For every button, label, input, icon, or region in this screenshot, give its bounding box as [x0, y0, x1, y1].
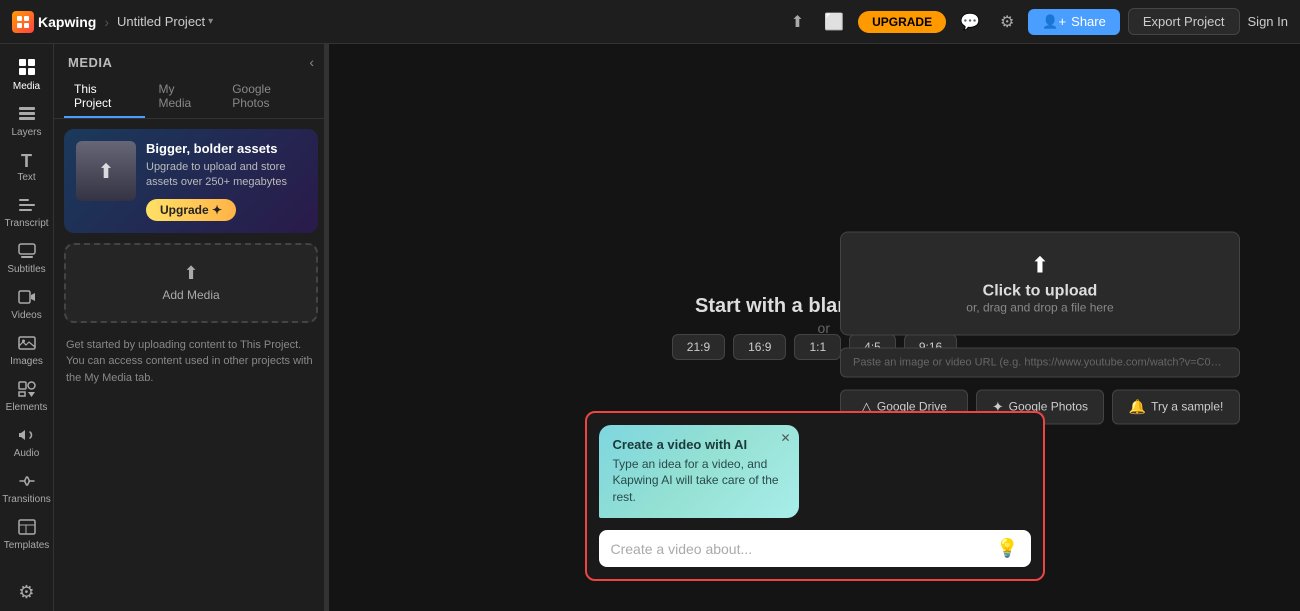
add-media-icon: ⬆	[183, 263, 198, 284]
upload-panel: ⬆ Click to upload or, drag and drop a fi…	[840, 231, 1240, 424]
subtitles-icon	[18, 243, 36, 262]
ai-bubble: ✕ Create a video with AI Type an idea fo…	[599, 425, 799, 518]
upgrade-card-title: Bigger, bolder assets	[146, 141, 306, 156]
ai-bubble-text: Type an idea for a video, and Kapwing AI…	[613, 456, 785, 506]
transcript-icon	[18, 197, 36, 216]
main-layout: Media Layers T Text Transcript Subtitles	[0, 44, 1300, 611]
topbar: Kapwing › Untitled Project ▾ ⬆ ⬜ UPGRADE…	[0, 0, 1300, 44]
ai-bulb-button[interactable]: 💡	[996, 538, 1018, 559]
export-button[interactable]: Export Project	[1128, 8, 1240, 35]
sidebar-item-layers[interactable]: Layers	[2, 100, 52, 144]
settings-nav-icon: ⚙	[18, 583, 34, 601]
settings-button[interactable]: ⚙	[994, 8, 1020, 36]
upgrade-card-body: Bigger, bolder assets Upgrade to upload …	[146, 141, 306, 221]
logo[interactable]: Kapwing	[12, 11, 96, 33]
signin-button[interactable]: Sign In	[1248, 14, 1288, 29]
upload-icon: ⬆	[861, 252, 1219, 278]
comment-button[interactable]: 💬	[954, 8, 986, 36]
ai-bubble-title: Create a video with AI	[613, 437, 785, 452]
brand-name: Kapwing	[38, 14, 96, 30]
sidebar-item-settings[interactable]: ⚙	[2, 577, 52, 611]
sidebar-collapse-button[interactable]: ‹	[309, 54, 314, 70]
media-icon	[18, 58, 36, 79]
canvas-area: Start with a blank canvas 21:9 16:9 1:1 …	[329, 44, 1300, 611]
add-media-label: Add Media	[162, 288, 219, 302]
project-chevron-icon: ▾	[208, 16, 213, 27]
sidebar-item-images[interactable]: Images	[2, 329, 52, 373]
images-icon	[18, 335, 36, 354]
tab-this-project[interactable]: This Project	[64, 76, 145, 118]
sidebar-item-media[interactable]: Media	[2, 52, 52, 98]
resize-handle[interactable]	[324, 44, 328, 611]
text-icon: T	[21, 152, 32, 170]
screen-button[interactable]: ⬜	[818, 8, 850, 36]
icon-nav: Media Layers T Text Transcript Subtitles	[0, 44, 54, 611]
try-sample-label: Try a sample!	[1151, 400, 1223, 414]
sidebar-item-transcript[interactable]: Transcript	[2, 191, 52, 235]
sidebar-tip: Get started by uploading content to This…	[64, 333, 318, 391]
sidebar-panel: MEDIA ‹ This Project My Media Google Pho…	[54, 44, 329, 611]
videos-icon	[18, 289, 36, 308]
ai-video-input[interactable]	[611, 541, 989, 557]
logo-icon	[12, 11, 34, 33]
topbar-actions: ⬆ ⬜ UPGRADE 💬 ⚙ 👤+ Share Export Project …	[785, 8, 1288, 36]
or-text: or	[818, 320, 830, 336]
ai-creation-box: ✕ Create a video with AI Type an idea fo…	[585, 411, 1045, 581]
layers-icon	[18, 106, 36, 125]
sidebar-item-videos[interactable]: Videos	[2, 283, 52, 327]
sidebar-item-templates[interactable]: Templates	[2, 513, 52, 557]
tab-google-photos[interactable]: Google Photos	[222, 76, 318, 118]
sidebar-item-audio[interactable]: Audio	[2, 421, 52, 465]
drag-drop-text: or, drag and drop a file here	[861, 300, 1219, 314]
upgrade-card-button[interactable]: Upgrade ✦	[146, 199, 236, 221]
url-input[interactable]: Paste an image or video URL (e.g. https:…	[840, 347, 1240, 377]
elements-icon	[18, 381, 36, 400]
sidebar-item-text[interactable]: T Text	[2, 146, 52, 189]
click-to-upload-text: Click to upload	[861, 282, 1219, 300]
share-button[interactable]: 👤+ Share	[1028, 9, 1119, 35]
ar-1-1[interactable]: 1:1	[794, 334, 841, 360]
upgrade-card: ⬆ Bigger, bolder assets Upgrade to uploa…	[64, 129, 318, 233]
sidebar-header: MEDIA ‹	[54, 44, 328, 76]
upgrade-card-desc: Upgrade to upload and store assets over …	[146, 160, 306, 191]
sidebar-title: MEDIA	[68, 55, 112, 70]
ai-bubble-close-button[interactable]: ✕	[780, 431, 790, 445]
try-sample-button[interactable]: 🔔 Try a sample!	[1112, 389, 1240, 424]
ai-input-row: 💡	[599, 530, 1031, 567]
upload-drop-zone[interactable]: ⬆ Click to upload or, drag and drop a fi…	[840, 231, 1240, 335]
sidebar-item-subtitles[interactable]: Subtitles	[2, 237, 52, 281]
sidebar-content: ⬆ Bigger, bolder assets Upgrade to uploa…	[54, 119, 328, 611]
sidebar-item-transitions[interactable]: Transitions	[2, 467, 52, 511]
sidebar-tabs: This Project My Media Google Photos	[54, 76, 328, 119]
share-icon: 👤+	[1042, 14, 1066, 30]
ar-16-9[interactable]: 16:9	[733, 334, 786, 360]
templates-icon	[18, 519, 36, 538]
audio-icon	[18, 427, 36, 446]
try-sample-icon: 🔔	[1129, 398, 1146, 415]
upgrade-button[interactable]: UPGRADE	[858, 11, 946, 33]
bulb-icon: 💡	[996, 538, 1018, 558]
transitions-icon	[18, 473, 36, 492]
add-media-box[interactable]: ⬆ Add Media	[64, 243, 318, 323]
upload-button[interactable]: ⬆	[785, 8, 810, 36]
ar-21-9[interactable]: 21:9	[672, 334, 725, 360]
project-name[interactable]: Untitled Project ▾	[117, 14, 213, 29]
upload-arrow-icon: ⬆	[98, 159, 115, 184]
upgrade-card-thumbnail: ⬆	[76, 141, 136, 201]
sidebar-item-elements[interactable]: Elements	[2, 375, 52, 419]
tab-my-media[interactable]: My Media	[149, 76, 219, 118]
